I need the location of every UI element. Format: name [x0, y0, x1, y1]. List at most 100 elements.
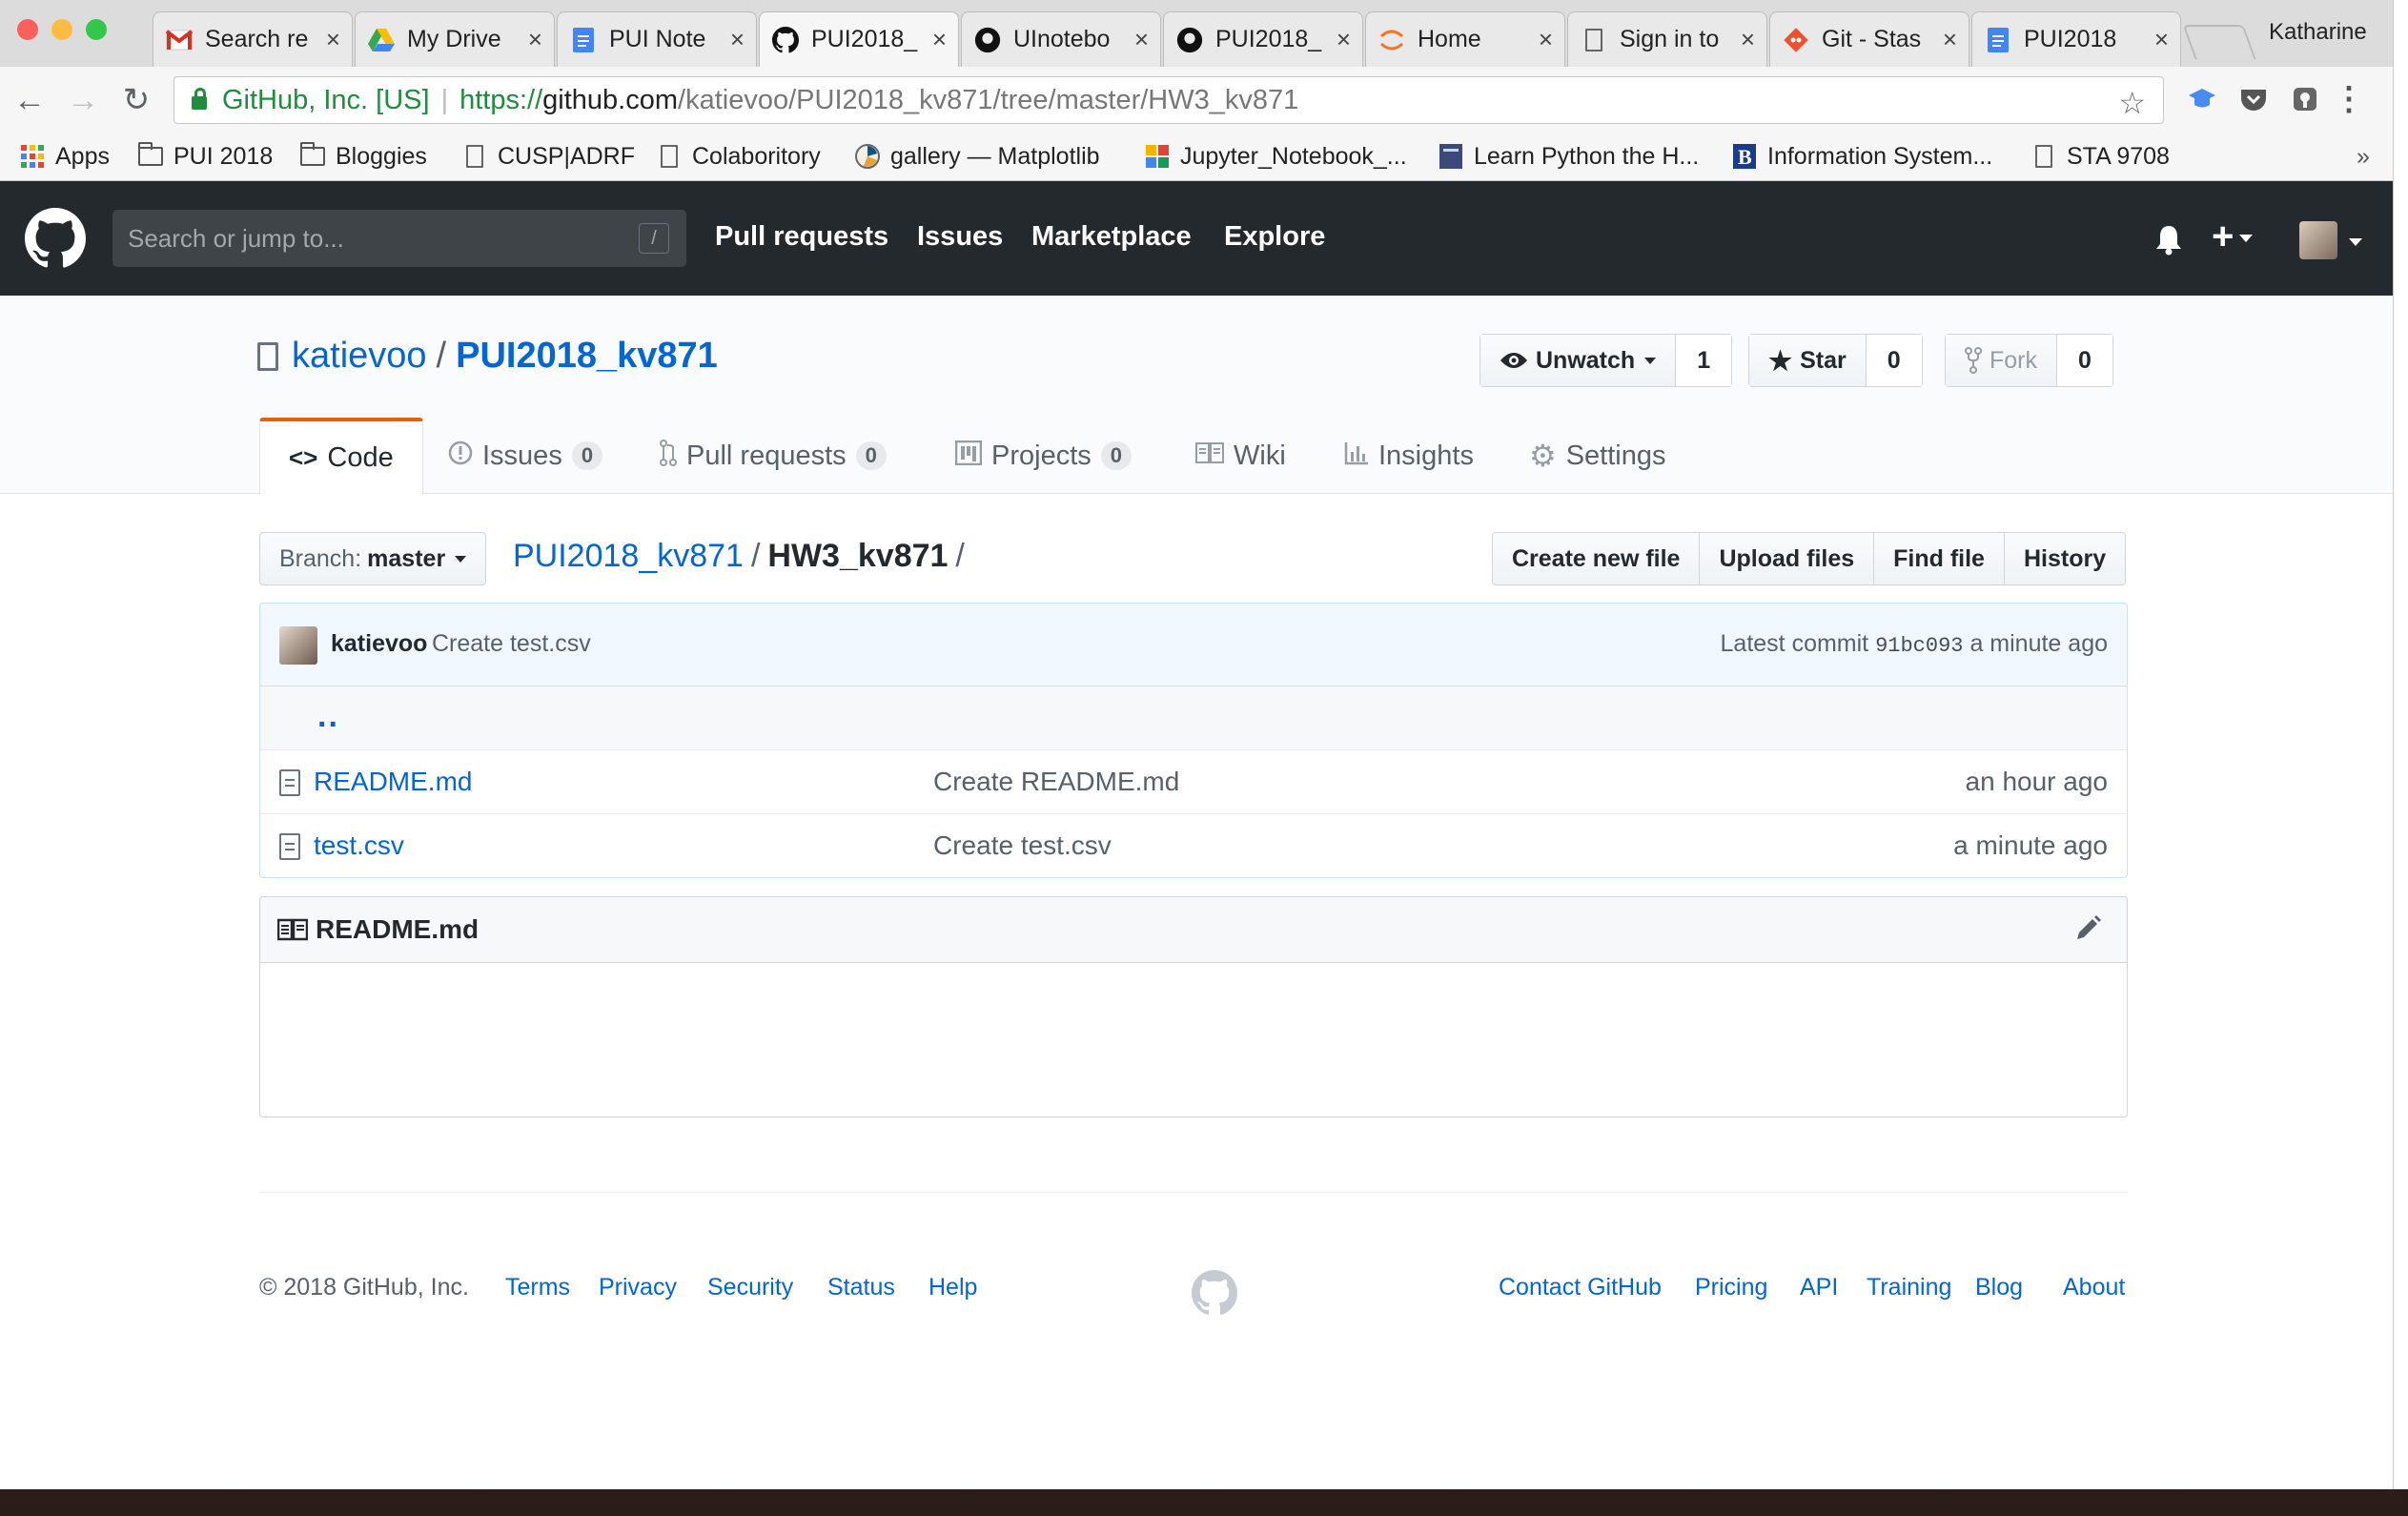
close-tab-icon[interactable]: ×	[528, 25, 542, 54]
minimize-window-button[interactable]	[51, 19, 72, 40]
zoom-window-button[interactable]	[86, 19, 107, 40]
tab-insights[interactable]: Insights	[1344, 418, 1474, 494]
create-new-dropdown[interactable]: +	[2212, 215, 2254, 258]
github-mark-icon[interactable]	[1192, 1270, 1237, 1316]
avatar[interactable]	[279, 626, 317, 665]
close-tab-icon[interactable]: ×	[326, 25, 340, 54]
bookmark-link[interactable]: CUSP|ADRF	[461, 139, 635, 174]
bookmark-link[interactable]: B Information System...	[1731, 139, 1992, 174]
repo-name-link[interactable]: PUI2018_kv871	[456, 336, 718, 377]
fork-button[interactable]: Fork	[1946, 335, 2057, 386]
search-input[interactable]: Search or jump to... /	[112, 210, 686, 267]
browser-tab-active[interactable]: PUI2018_ ×	[759, 11, 959, 67]
reload-icon[interactable]: ↻	[116, 80, 156, 120]
file-name-link[interactable]: test.csv	[314, 830, 404, 861]
history-button[interactable]: History	[2004, 533, 2126, 584]
bookmark-star-icon[interactable]: ☆	[2118, 85, 2146, 121]
find-file-button[interactable]: Find file	[1874, 533, 2005, 584]
file-commit-message-link[interactable]: Create test.csv	[933, 830, 1112, 861]
tab-label: Projects	[991, 440, 1092, 471]
file-name-link[interactable]: README.md	[314, 767, 472, 797]
bookmark-apps[interactable]: Apps	[19, 139, 110, 174]
nav-issues[interactable]: Issues	[917, 221, 1003, 253]
footer-link-terms[interactable]: Terms	[505, 1274, 570, 1301]
tab-pull-requests[interactable]: Pull requests 0	[660, 418, 887, 494]
watchers-count[interactable]: 1	[1676, 335, 1732, 386]
close-tab-icon[interactable]: ×	[932, 25, 947, 54]
browser-tab[interactable]: PUI2018_ ×	[1163, 11, 1363, 67]
browser-menu-icon[interactable]: ⋮	[2333, 81, 2365, 117]
commit-message-link[interactable]: Create test.csv	[432, 630, 591, 658]
tab-projects[interactable]: Projects 0	[954, 418, 1133, 494]
footer-link-blog[interactable]: Blog	[1975, 1274, 2023, 1301]
tab-issues[interactable]: Issues 0	[448, 418, 603, 494]
browser-tab[interactable]: Search re ×	[153, 11, 353, 67]
footer-link-help[interactable]: Help	[929, 1274, 977, 1301]
bookmarks-overflow-icon[interactable]: »	[2357, 139, 2370, 174]
bell-icon[interactable]	[2154, 223, 2183, 256]
footer-link-status[interactable]: Status	[827, 1274, 895, 1301]
back-arrow-icon[interactable]: ←	[10, 80, 50, 120]
stargazers-count[interactable]: 0	[1866, 335, 1922, 386]
repo-owner-link[interactable]: katievoo	[292, 336, 427, 377]
bookmark-folder[interactable]: PUI 2018	[137, 139, 273, 174]
close-tab-icon[interactable]: ×	[1134, 25, 1149, 54]
lastpass-icon[interactable]	[2290, 84, 2320, 114]
close-tab-icon[interactable]: ×	[1741, 25, 1755, 54]
avatar[interactable]	[2299, 221, 2337, 259]
footer-link-about[interactable]: About	[2063, 1274, 2125, 1301]
browser-tab[interactable]: PUI2018 ×	[1971, 11, 2181, 67]
forks-count[interactable]: 0	[2057, 335, 2112, 386]
file-commit-message-link[interactable]: Create README.md	[933, 767, 1179, 797]
browser-tab[interactable]: UInotebo ×	[961, 11, 1161, 67]
close-tab-icon[interactable]: ×	[2154, 25, 2169, 54]
star-button[interactable]: ★ Star	[1749, 335, 1867, 386]
browser-tab[interactable]: Home ×	[1365, 11, 1565, 67]
extension-mortarboard-icon[interactable]	[2187, 84, 2217, 114]
footer-link-privacy[interactable]: Privacy	[599, 1274, 677, 1301]
bookmark-folder[interactable]: Bloggies	[299, 139, 427, 174]
nav-marketplace[interactable]: Marketplace	[1031, 221, 1192, 253]
bookmark-link[interactable]: Learn Python the H...	[1438, 139, 1699, 174]
branch-select-button[interactable]: Branch: master	[259, 532, 487, 585]
commit-sha-link[interactable]: 91bc093	[1875, 634, 1963, 658]
forward-arrow-icon[interactable]: →	[63, 80, 103, 120]
tab-code[interactable]: <> Code	[259, 418, 423, 495]
tab-settings[interactable]: ⚙ Settings	[1529, 418, 1665, 494]
close-tab-icon[interactable]: ×	[1337, 25, 1351, 54]
tab-wiki[interactable]: Wiki	[1195, 418, 1286, 494]
pencil-icon[interactable]	[2073, 914, 2102, 943]
browser-tab[interactable]: Git - Stas ×	[1769, 11, 1969, 67]
profile-name[interactable]: Katharine	[2269, 19, 2367, 46]
footer-link-training[interactable]: Training	[1867, 1274, 1951, 1301]
bookmark-link[interactable]: STA 9708	[2030, 139, 2170, 174]
upload-files-button[interactable]: Upload files	[1700, 533, 1875, 584]
pocket-icon[interactable]	[2238, 84, 2269, 114]
github-mark-icon[interactable]	[25, 208, 86, 269]
breadcrumb-repo-link[interactable]: PUI2018_kv871	[513, 538, 744, 574]
bookmark-link[interactable]: Jupyter_Notebook_...	[1144, 139, 1407, 174]
chevron-down-icon[interactable]	[2349, 238, 2362, 246]
bookmark-link[interactable]: gallery — Matplotlib	[854, 139, 1100, 174]
new-tab-button[interactable]	[2182, 25, 2256, 59]
browser-tab[interactable]: Sign in to ×	[1567, 11, 1767, 67]
close-tab-icon[interactable]: ×	[730, 25, 745, 54]
address-bar[interactable]: GitHub, Inc. [US] | https://github.com/k…	[173, 76, 2164, 124]
parent-directory-link[interactable]: ..	[317, 698, 339, 735]
close-window-button[interactable]	[17, 19, 38, 40]
footer-link-pricing[interactable]: Pricing	[1695, 1274, 1767, 1301]
close-tab-icon[interactable]: ×	[1539, 25, 1553, 54]
footer-link-contact[interactable]: Contact GitHub	[1499, 1274, 1662, 1301]
create-new-file-button[interactable]: Create new file	[1493, 533, 1701, 584]
footer-link-api[interactable]: API	[1800, 1274, 1838, 1301]
bookmark-link[interactable]: Colaboritory	[656, 139, 821, 174]
unwatch-button[interactable]: Unwatch	[1480, 335, 1677, 386]
nav-explore[interactable]: Explore	[1224, 221, 1325, 253]
gear-icon: ⚙	[1529, 439, 1557, 473]
browser-tab[interactable]: My Drive ×	[355, 11, 555, 67]
close-tab-icon[interactable]: ×	[1943, 25, 1957, 54]
footer-link-security[interactable]: Security	[707, 1274, 793, 1301]
commit-author-link[interactable]: katievoo	[331, 630, 427, 658]
browser-tab[interactable]: PUI Note ×	[557, 11, 757, 67]
nav-pull-requests[interactable]: Pull requests	[715, 221, 888, 253]
